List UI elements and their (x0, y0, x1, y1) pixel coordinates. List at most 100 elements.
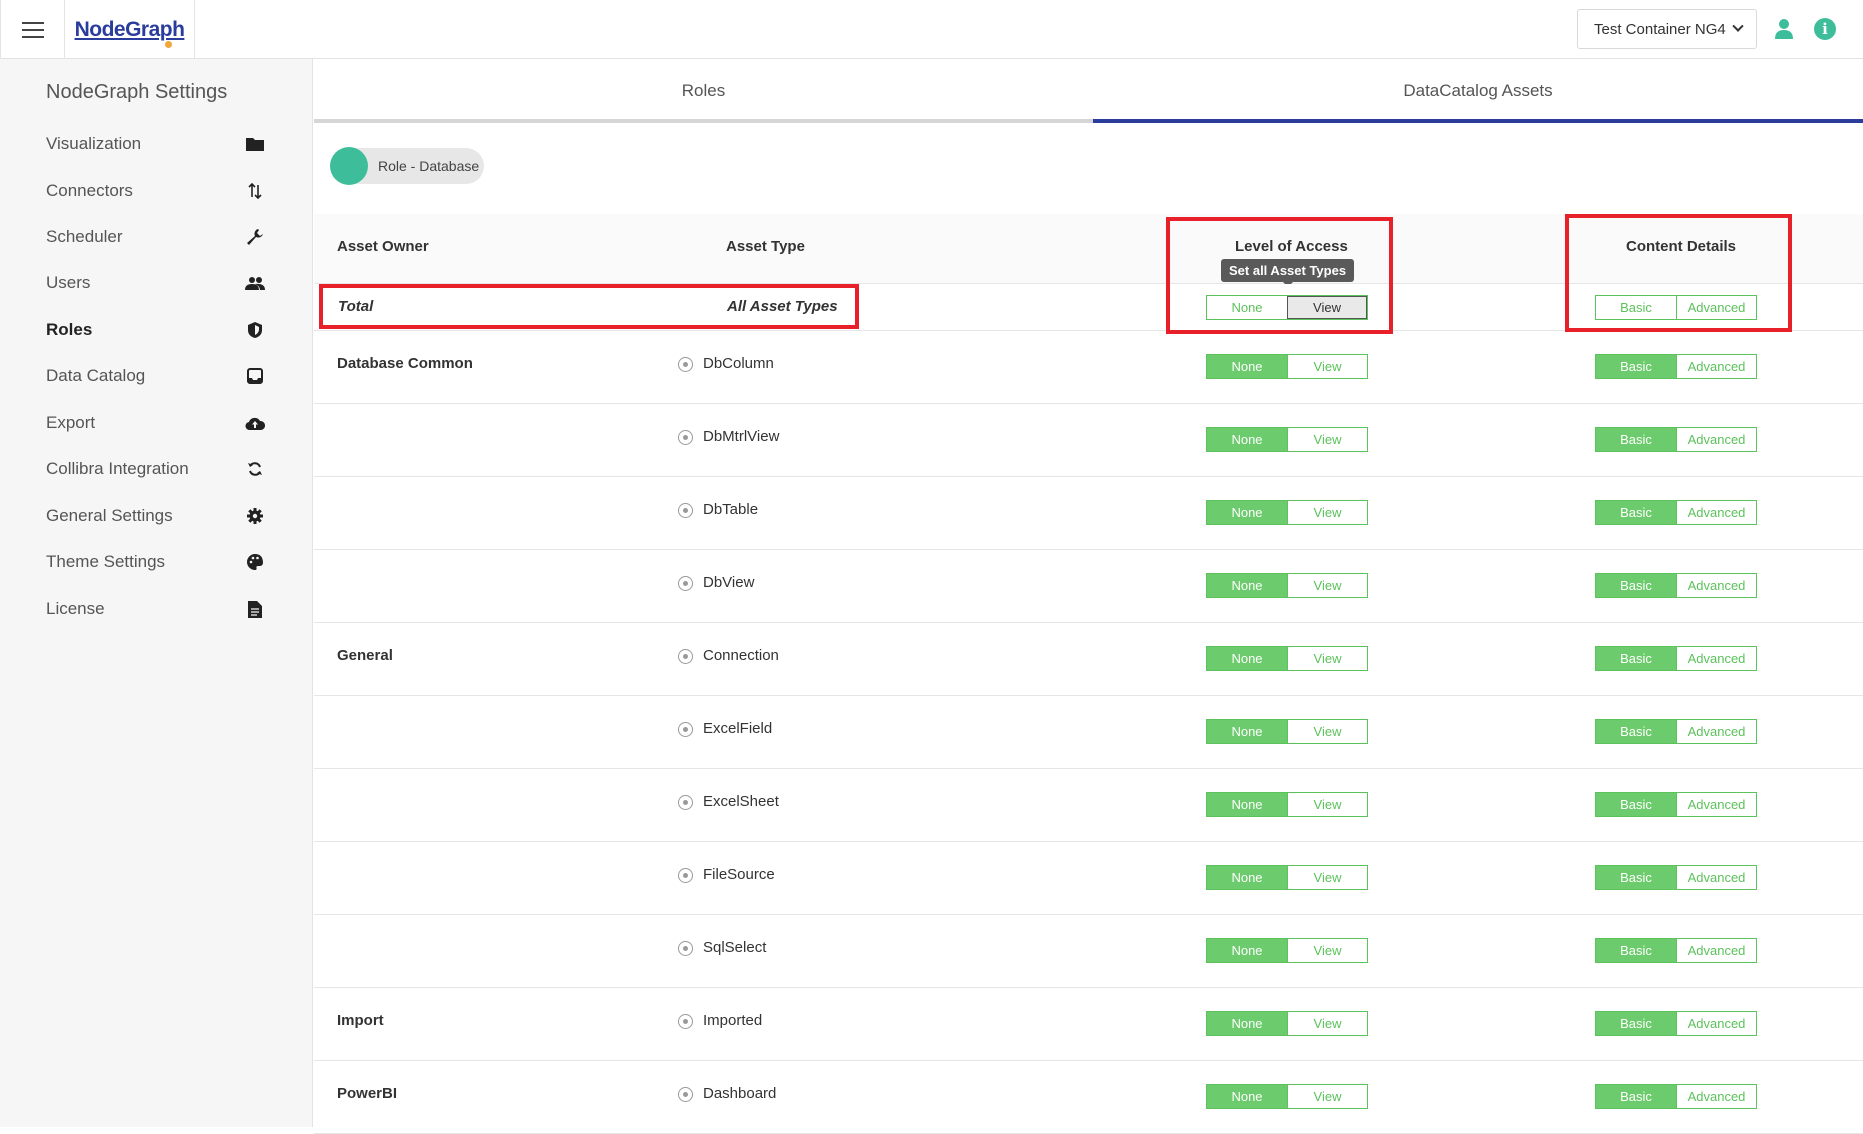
access-toggle: None View (1206, 865, 1368, 890)
access-view-option[interactable]: View (1287, 793, 1367, 816)
sidebar-item-roles[interactable]: Roles (0, 307, 313, 353)
sidebar-item-license[interactable]: License (0, 586, 313, 632)
access-view-option[interactable]: View (1287, 647, 1367, 670)
details-toggle: Basic Advanced (1595, 354, 1757, 379)
tab-datacatalog-assets[interactable]: DataCatalog Assets (1093, 59, 1863, 123)
asset-type: Dashboard (678, 1085, 776, 1102)
container-select-value: Test Container NG4 (1594, 20, 1726, 38)
sidebar-item-general-settings[interactable]: General Settings (0, 493, 313, 539)
user-icon[interactable] (1773, 18, 1795, 40)
container-select[interactable]: Test Container NG4 (1577, 9, 1757, 49)
details-basic-option[interactable]: Basic (1596, 1085, 1676, 1108)
access-view-option[interactable]: View (1287, 428, 1367, 451)
access-none-option[interactable]: None (1207, 501, 1287, 524)
details-advanced-option[interactable]: Advanced (1676, 793, 1756, 816)
details-basic-option[interactable]: Basic (1596, 647, 1676, 670)
details-advanced-option[interactable]: Advanced (1676, 720, 1756, 743)
sidebar-item-theme-settings[interactable]: Theme Settings (0, 539, 313, 585)
arrows-up-down-icon (245, 181, 265, 201)
sidebar-item-export[interactable]: Export (0, 400, 313, 446)
details-basic-option[interactable]: Basic (1596, 428, 1676, 451)
access-toggle: None View (1206, 573, 1368, 598)
details-advanced-option[interactable]: Advanced (1676, 866, 1756, 889)
table-row: DbTable None View Basic Advanced (314, 477, 1863, 550)
sidebar-item-data-catalog[interactable]: Data Catalog (0, 353, 313, 399)
role-toggle-chip[interactable]: Role - Database (330, 147, 484, 185)
folder-icon (245, 134, 265, 154)
access-none-option[interactable]: None (1207, 793, 1287, 816)
asset-type-icon (678, 357, 693, 372)
sidebar-item-collibra-integration[interactable]: Collibra Integration (0, 446, 313, 492)
asset-type-icon (678, 576, 693, 591)
access-view-option[interactable]: View (1287, 501, 1367, 524)
highlight-level-of-access (1166, 217, 1393, 334)
nodegraph-logo[interactable]: NodeGraph (74, 17, 185, 48)
asset-type-icon (678, 503, 693, 518)
document-icon (245, 599, 265, 619)
details-basic-option[interactable]: Basic (1596, 866, 1676, 889)
details-advanced-option[interactable]: Advanced (1676, 939, 1756, 962)
sync-icon (245, 459, 265, 479)
access-none-option[interactable]: None (1207, 866, 1287, 889)
details-toggle: Basic Advanced (1595, 719, 1757, 744)
wrench-icon (245, 227, 265, 247)
details-toggle: Basic Advanced (1595, 1084, 1757, 1109)
access-none-option[interactable]: None (1207, 1085, 1287, 1108)
access-view-option[interactable]: View (1287, 1085, 1367, 1108)
details-advanced-option[interactable]: Advanced (1676, 355, 1756, 378)
table-row: SqlSelect None View Basic Advanced (314, 915, 1863, 988)
sidebar-item-scheduler[interactable]: Scheduler (0, 214, 313, 260)
details-basic-option[interactable]: Basic (1596, 720, 1676, 743)
access-none-option[interactable]: None (1207, 720, 1287, 743)
sidebar-item-users[interactable]: Users (0, 260, 313, 306)
details-basic-option[interactable]: Basic (1596, 939, 1676, 962)
access-none-option[interactable]: None (1207, 647, 1287, 670)
sidebar-item-label: Theme Settings (46, 552, 166, 571)
sidebar-item-connectors[interactable]: Connectors (0, 168, 313, 214)
asset-type: FileSource (678, 866, 775, 883)
details-advanced-option[interactable]: Advanced (1676, 428, 1756, 451)
access-none-option[interactable]: None (1207, 574, 1287, 597)
table-row: General Connection None View Basic Advanced (314, 623, 1863, 696)
info-icon[interactable]: i (1814, 18, 1836, 40)
asset-type: DbTable (678, 501, 758, 518)
access-view-option[interactable]: View (1287, 720, 1367, 743)
details-toggle: Basic Advanced (1595, 500, 1757, 525)
asset-owner: PowerBI (337, 1085, 398, 1102)
access-view-option[interactable]: View (1287, 574, 1367, 597)
access-view-option[interactable]: View (1287, 1012, 1367, 1035)
tab-roles[interactable]: Roles (314, 59, 1093, 123)
access-none-option[interactable]: None (1207, 1012, 1287, 1035)
asset-type-label: Connection (703, 647, 779, 664)
details-basic-option[interactable]: Basic (1596, 355, 1676, 378)
logo-dot (165, 40, 173, 48)
sidebar-item-label: Connectors (46, 181, 133, 200)
sidebar-item-visualization[interactable]: Visualization (0, 121, 313, 167)
details-basic-option[interactable]: Basic (1596, 501, 1676, 524)
details-advanced-option[interactable]: Advanced (1676, 574, 1756, 597)
details-advanced-option[interactable]: Advanced (1676, 647, 1756, 670)
tab-bar: Roles DataCatalog Assets (314, 59, 1863, 123)
menu-icon[interactable] (0, 0, 65, 59)
chevron-down-icon (1732, 20, 1744, 32)
sidebar-item-label: Roles (46, 320, 93, 339)
toggle-knob (330, 147, 368, 185)
details-advanced-option[interactable]: Advanced (1676, 501, 1756, 524)
details-advanced-option[interactable]: Advanced (1676, 1012, 1756, 1035)
logo-text: NodeGraph (74, 17, 185, 41)
access-none-option[interactable]: None (1207, 428, 1287, 451)
cloud-upload-icon (245, 413, 265, 433)
access-none-option[interactable]: None (1207, 939, 1287, 962)
details-advanced-option[interactable]: Advanced (1676, 1085, 1756, 1108)
asset-type-icon (678, 1087, 693, 1102)
details-basic-option[interactable]: Basic (1596, 1012, 1676, 1035)
details-basic-option[interactable]: Basic (1596, 793, 1676, 816)
details-basic-option[interactable]: Basic (1596, 574, 1676, 597)
asset-type-label: FileSource (703, 866, 775, 883)
access-none-option[interactable]: None (1207, 355, 1287, 378)
asset-type-icon (678, 795, 693, 810)
access-view-option[interactable]: View (1287, 355, 1367, 378)
access-view-option[interactable]: View (1287, 939, 1367, 962)
header-asset-type: Asset Type (726, 238, 805, 255)
access-view-option[interactable]: View (1287, 866, 1367, 889)
